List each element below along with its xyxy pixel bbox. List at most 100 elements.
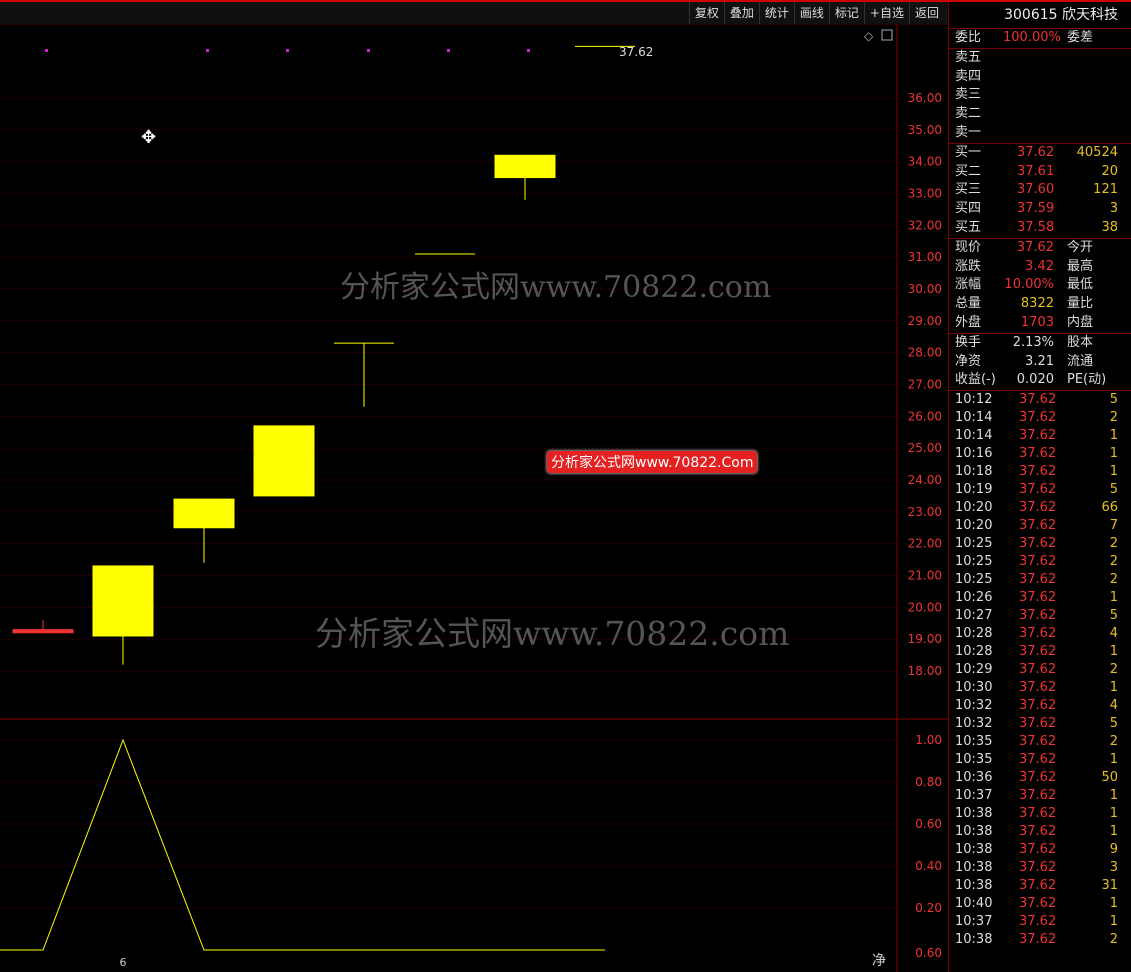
price-tick-label: 18.00: [908, 664, 942, 678]
watermark-badge: 分析家公式网www.70822.Com: [547, 451, 758, 473]
tick-price: 37.62: [1019, 572, 1057, 588]
tick-volume: 2: [1109, 662, 1118, 678]
tick-price: 37.62: [1019, 896, 1057, 912]
tick-volume: 1: [1109, 446, 1118, 462]
tick-row: 10:29 37.62 2: [949, 661, 1131, 679]
quote-row: 现价 37.62 今开: [949, 239, 1131, 258]
toolbar-button[interactable]: 画线: [793, 2, 829, 24]
tick-row: 10:20 37.62 7: [949, 517, 1131, 535]
tick-row: 10:25 37.62 2: [949, 553, 1131, 571]
toolbar-button[interactable]: 返回: [908, 2, 944, 24]
diamond-icon: ◇: [864, 29, 874, 43]
buy-level-label: 买四: [955, 201, 982, 217]
tick-price: 37.62: [1019, 932, 1057, 948]
tick-price: 37.62: [1019, 482, 1057, 498]
fund-value: 3.21: [1025, 353, 1054, 369]
tick-price: 37.62: [1019, 680, 1057, 696]
toolbar-button[interactable]: 复权: [688, 2, 724, 24]
fund-label-2: 股本: [1067, 334, 1094, 350]
tick-time: 10:38: [955, 932, 993, 948]
price-tick-label: 24.00: [908, 473, 942, 487]
tick-time: 10:18: [955, 464, 993, 480]
toolbar-button[interactable]: 标记: [828, 2, 864, 24]
fund-label-2: 流通: [1067, 353, 1094, 369]
tick-row: 10:14 37.62 2: [949, 409, 1131, 427]
buy-price: 37.62: [1017, 144, 1055, 160]
quote-label: 现价: [955, 239, 982, 255]
tick-volume: 5: [1109, 608, 1118, 624]
tick-price: 37.62: [1019, 428, 1057, 444]
sell-level-label: 卖二: [955, 106, 982, 122]
quote-label: 总量: [955, 296, 982, 312]
buy-volume: 121: [1093, 182, 1118, 198]
quote-row: 换手 2.13% 股本: [949, 334, 1131, 353]
quote-panel: 300615 欣天科技 委比 100.00% 委差 卖五 卖四 卖三 卖二 卖一 买一 37.62…: [948, 2, 1131, 972]
buy-level-label: 买三: [955, 182, 982, 198]
tick-time: 10:36: [955, 770, 993, 786]
tick-time: 10:14: [955, 410, 993, 426]
quote-row: 收益(-) 0.020 PE(动): [949, 371, 1131, 390]
tick-price: 37.62: [1019, 464, 1057, 480]
quote-row: 卖三: [949, 86, 1131, 105]
quote-row: 卖五: [949, 49, 1131, 68]
stock-title: 300615 欣天科技: [949, 2, 1131, 29]
toolbar-buttons: 复权 叠加 统计 画线 标记 +自选 返回: [688, 2, 944, 24]
quote-value: 1703: [1020, 314, 1054, 330]
quote-row: 卖二: [949, 105, 1131, 124]
tick-volume: 5: [1109, 716, 1118, 732]
toolbar-button[interactable]: 叠加: [723, 2, 759, 24]
tick-volume: 2: [1109, 536, 1118, 552]
tick-price: 37.62: [1019, 518, 1057, 534]
chart-toolbar: 复权 叠加 统计 画线 标记 +自选 返回: [0, 2, 948, 25]
quote-row: 买四 37.59 3: [949, 200, 1131, 219]
tick-time: 10:28: [955, 626, 993, 642]
tick-row: 10:25 37.62 2: [949, 535, 1131, 553]
marker-dot: [367, 49, 370, 52]
tick-price: 37.62: [1019, 608, 1057, 624]
indicator-tick-label: 0.20: [915, 901, 942, 915]
tick-volume: 50: [1101, 770, 1118, 786]
move-cursor-icon: ✥: [141, 127, 156, 148]
tick-price: 37.62: [1019, 644, 1057, 660]
toolbar-button[interactable]: +自选: [863, 2, 909, 24]
quote-label: 外盘: [955, 314, 982, 330]
tick-time: 10:37: [955, 788, 993, 804]
fund-label: 换手: [955, 334, 982, 350]
sell-level-label: 卖一: [955, 124, 982, 140]
tick-time: 10:38: [955, 842, 993, 858]
tick-volume: 1: [1109, 680, 1118, 696]
kline-chart[interactable]: 36.00 35.00 34.00 33.00 32.00 31.00 30.00 29.00…: [0, 25, 948, 972]
tick-row: 10:19 37.62 5: [949, 481, 1131, 499]
x-tick-label: 6: [120, 956, 127, 969]
tick-time: 10:29: [955, 662, 993, 678]
tick-volume: 1: [1109, 644, 1118, 660]
tick-row: 10:27 37.62 5: [949, 607, 1131, 625]
buy-price: 37.61: [1017, 163, 1055, 179]
quote-value: 8322: [1020, 296, 1054, 312]
price-tick-label: 31.00: [908, 250, 942, 264]
tick-volume: 1: [1109, 464, 1118, 480]
quote-row: 净资 3.21 流通: [949, 353, 1131, 372]
tick-row: 10:40 37.62 1: [949, 895, 1131, 913]
tick-time: 10:25: [955, 536, 993, 552]
buy-level-label: 买二: [955, 163, 982, 179]
candle-body: [92, 565, 154, 637]
tick-time: 10:20: [955, 500, 993, 516]
toolbar-button[interactable]: 统计: [758, 2, 794, 24]
buy-volume: 38: [1101, 219, 1118, 235]
tick-volume: 4: [1109, 626, 1118, 642]
tick-price: 37.62: [1019, 842, 1057, 858]
tick-price: 37.62: [1019, 752, 1057, 768]
indicator-tick-label: 0.60: [915, 817, 942, 831]
tick-price: 37.62: [1019, 626, 1057, 642]
tick-row: 10:38 37.62 1: [949, 823, 1131, 841]
tick-volume: 2: [1109, 572, 1118, 588]
tick-time: 10:38: [955, 878, 993, 894]
tick-volume: 2: [1109, 932, 1118, 948]
tick-price: 37.62: [1019, 554, 1057, 570]
tick-time: 10:37: [955, 914, 993, 930]
tick-row: 10:30 37.62 1: [949, 679, 1131, 697]
price-tick-label: 27.00: [908, 378, 942, 392]
tick-price: 37.62: [1019, 770, 1057, 786]
price-tick-label: 32.00: [908, 218, 942, 232]
